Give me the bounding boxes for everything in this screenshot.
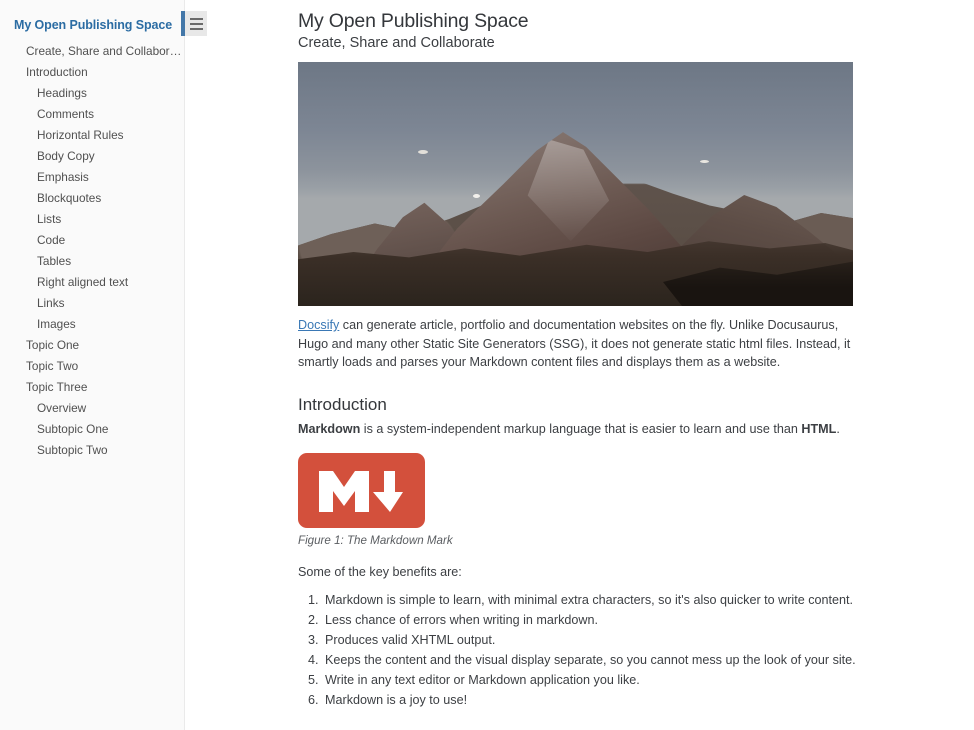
- sidebar-item-overview[interactable]: Overview: [0, 398, 184, 419]
- sidebar-item-tables[interactable]: Tables: [0, 251, 184, 272]
- hero-image: [298, 62, 853, 306]
- hamburger-menu-icon-bar: [189, 22, 203, 25]
- sidebar-item-topic-two[interactable]: Topic Two: [0, 356, 184, 377]
- sidebar-title[interactable]: My Open Publishing Space: [0, 16, 184, 34]
- intro-paragraph-text: can generate article, portfolio and docu…: [298, 318, 851, 370]
- benefit-list-item: Markdown is simple to learn, with minima…: [322, 590, 974, 610]
- sidebar-item-comments[interactable]: Comments: [0, 104, 184, 125]
- docsify-link[interactable]: Docsify: [298, 318, 339, 332]
- sidebar-nav-list: Create, Share and Collaborate Introductio…: [0, 41, 184, 461]
- sidebar-item-headings[interactable]: Headings: [0, 83, 184, 104]
- main-content: My Open Publishing Space Create, Share a…: [186, 0, 974, 730]
- sidebar-item-create-share-and-collaborate[interactable]: Create, Share and Collaborate: [0, 41, 184, 62]
- sidebar-item-right-aligned-text[interactable]: Right aligned text: [0, 272, 184, 293]
- benefit-list-item: Write in any text editor or Markdown app…: [322, 670, 974, 690]
- section-paragraph-mid: is a system-independent markup language …: [360, 421, 802, 436]
- sidebar-item-images[interactable]: Images: [0, 314, 184, 335]
- sidebar-item-lists[interactable]: Lists: [0, 209, 184, 230]
- section-heading-introduction: Introduction: [298, 394, 387, 414]
- benefit-list-item: Produces valid XHTML output.: [322, 630, 974, 650]
- hero-snow-patch: [473, 194, 480, 198]
- benefit-list-item: Markdown is a joy to use!: [322, 690, 974, 710]
- html-strong: HTML: [801, 421, 837, 436]
- figure-caption: Figure 1: The Markdown Mark: [298, 534, 453, 548]
- benefits-intro: Some of the key benefits are:: [298, 565, 462, 580]
- hero-snow-patch: [418, 150, 428, 154]
- section-paragraph-end: .: [836, 421, 840, 436]
- sidebar-item-links[interactable]: Links: [0, 293, 184, 314]
- markdown-mark-logo-icon: [298, 453, 425, 529]
- sidebar-item-topic-three[interactable]: Topic Three: [0, 377, 184, 398]
- hamburger-menu-icon-bar: [189, 27, 203, 30]
- sidebar-item-introduction[interactable]: Introduction: [0, 62, 184, 83]
- sidebar-item-emphasis[interactable]: Emphasis: [0, 167, 184, 188]
- sidebar-toggle-button[interactable]: [181, 11, 207, 36]
- hero-snow-patch: [700, 160, 709, 163]
- sidebar: My Open Publishing Space Create, Share a…: [0, 0, 185, 730]
- sidebar-item-body-copy[interactable]: Body Copy: [0, 146, 184, 167]
- markdown-strong: Markdown: [298, 421, 361, 436]
- hamburger-menu-icon-bar: [189, 17, 203, 20]
- sidebar-item-blockquotes[interactable]: Blockquotes: [0, 188, 184, 209]
- sidebar-item-topic-one[interactable]: Topic One: [0, 335, 184, 356]
- benefit-list-item: Less chance of errors when writing in ma…: [322, 610, 974, 630]
- docsify-page: My Open Publishing Space Create, Share a…: [0, 0, 974, 730]
- markdown-mark-glyph: [318, 470, 403, 512]
- benefits-list: Markdown is simple to learn, with minima…: [298, 590, 974, 710]
- page-subtitle: Create, Share and Collaborate: [298, 35, 495, 51]
- page-title: My Open Publishing Space: [298, 10, 529, 32]
- sidebar-item-horizontal-rules[interactable]: Horizontal Rules: [0, 125, 184, 146]
- benefit-list-item: Keeps the content and the visual display…: [322, 650, 974, 670]
- sidebar-item-subtopic-two[interactable]: Subtopic Two: [0, 440, 184, 461]
- sidebar-item-code[interactable]: Code: [0, 230, 184, 251]
- sidebar-item-subtopic-one[interactable]: Subtopic One: [0, 419, 184, 440]
- section-paragraph: Markdown is a system-independent markup …: [298, 420, 853, 439]
- intro-paragraph: Docsify can generate article, portfolio …: [298, 316, 853, 372]
